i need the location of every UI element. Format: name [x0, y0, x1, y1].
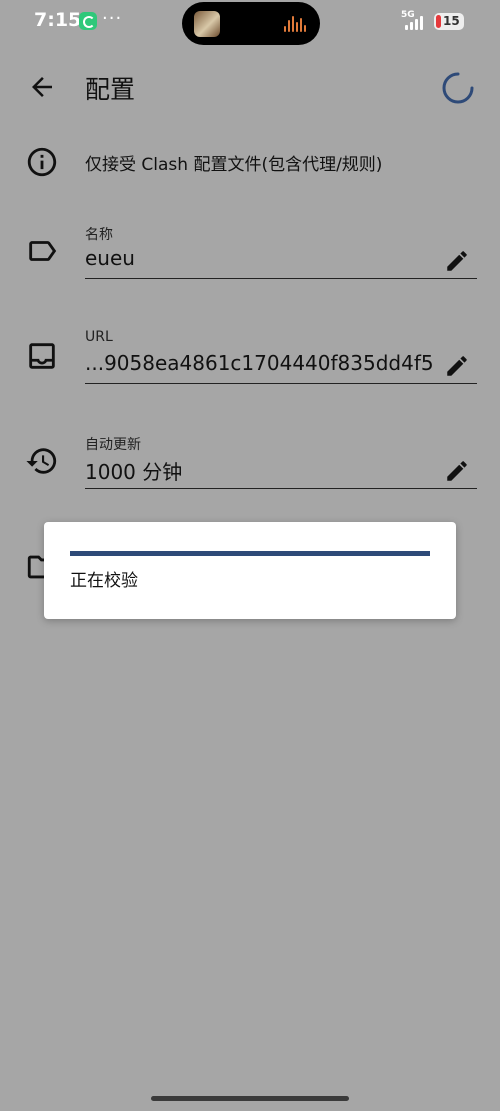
edit-icon[interactable]	[444, 248, 470, 274]
info-row: 仅接受 Clash 配置文件(包含代理/规则)	[0, 140, 500, 184]
url-value[interactable]: ...9058ea4861c1704440f835dd4f5	[85, 351, 437, 375]
home-indicator[interactable]	[151, 1096, 349, 1101]
name-value[interactable]: eueu	[85, 246, 437, 270]
now-playing-artwork-icon	[194, 11, 220, 37]
history-icon	[26, 448, 57, 474]
app-bar: 配置	[0, 56, 500, 120]
app-notification-icon	[79, 12, 97, 30]
url-field-row[interactable]: URL ...9058ea4861c1704440f835dd4f5	[0, 329, 500, 409]
auto-update-label: 自动更新	[85, 437, 141, 453]
more-notifications-icon: ···	[102, 8, 123, 29]
battery-icon: 15	[434, 13, 464, 30]
info-icon	[27, 147, 57, 177]
progress-dialog: 正在校验	[44, 522, 456, 619]
audio-waveform-icon	[284, 16, 306, 32]
network-type-label: 5G	[401, 10, 415, 20]
name-underline	[85, 278, 477, 279]
name-field-row[interactable]: 名称 eueu	[0, 224, 500, 304]
dialog-message: 正在校验	[70, 571, 138, 591]
progress-bar	[70, 551, 430, 556]
spinner-icon	[442, 72, 474, 104]
edit-icon[interactable]	[444, 458, 470, 484]
name-label: 名称	[85, 227, 113, 243]
battery-level: 15	[443, 14, 460, 28]
cellular-signal-icon: 5G	[401, 10, 431, 32]
auto-update-underline	[85, 488, 477, 489]
auto-update-field-row[interactable]: 自动更新 1000 分钟	[0, 434, 500, 514]
status-time: 7:15	[34, 9, 82, 31]
status-bar: 7:15 ··· 5G 15	[0, 0, 500, 45]
dynamic-island[interactable]	[182, 2, 320, 45]
arrow-left-icon[interactable]	[27, 72, 57, 102]
edit-icon[interactable]	[444, 353, 470, 379]
page-title: 配置	[85, 75, 136, 104]
label-tag-icon	[29, 241, 57, 261]
auto-update-value[interactable]: 1000 分钟	[85, 456, 437, 485]
url-underline	[85, 383, 477, 384]
url-label: URL	[85, 329, 113, 345]
info-text: 仅接受 Clash 配置文件(包含代理/规则)	[85, 155, 383, 175]
inbox-tray-icon	[29, 343, 55, 369]
